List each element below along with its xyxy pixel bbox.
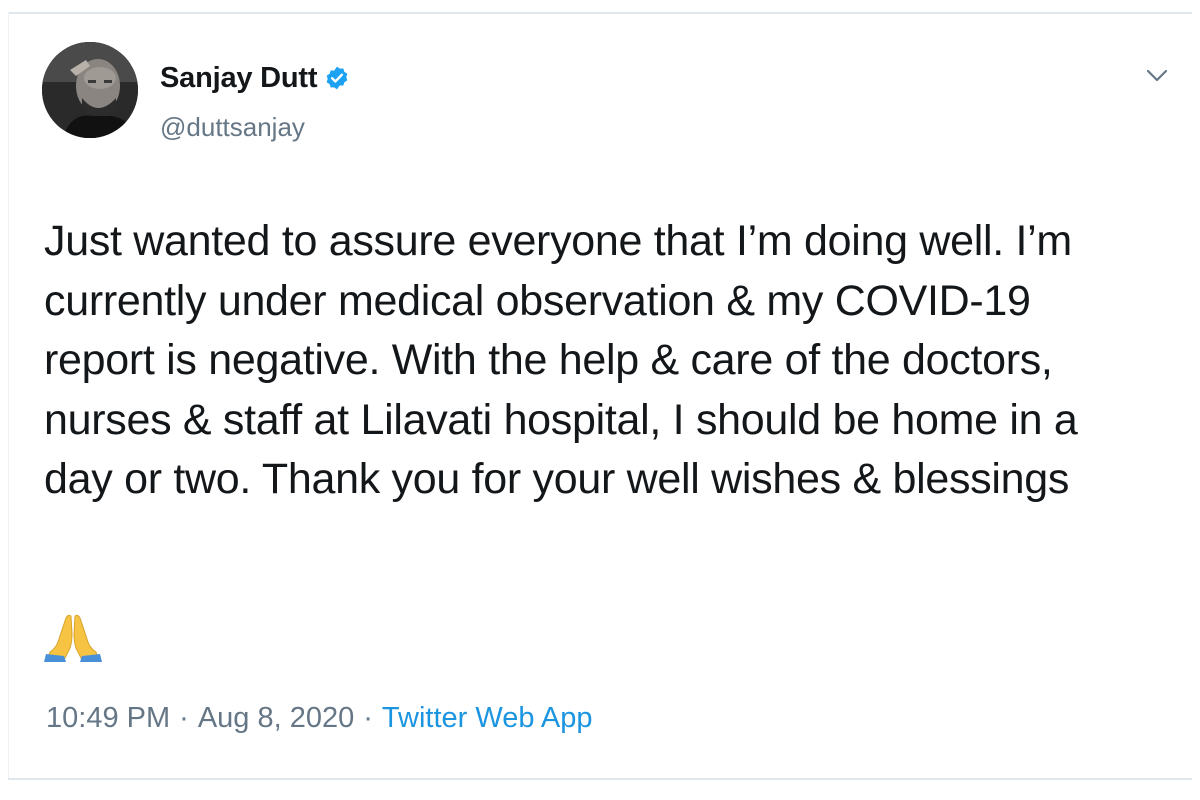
- author-handle[interactable]: @duttsanjay: [160, 112, 305, 143]
- left-divider: [8, 12, 9, 780]
- bottom-divider: [8, 778, 1192, 780]
- tweet-line: report is negative. With the help & care…: [44, 336, 1053, 384]
- top-divider: [8, 12, 1192, 14]
- tweet-line: Just wanted to assure everyone that I’m …: [44, 217, 1072, 265]
- avatar[interactable]: [42, 42, 138, 138]
- tweet-source-link[interactable]: Twitter Web App: [382, 702, 593, 735]
- author-name-row[interactable]: Sanjay Dutt: [160, 58, 350, 98]
- chevron-down-icon[interactable]: [1142, 60, 1172, 90]
- tweet-date[interactable]: Aug 8, 2020: [198, 702, 354, 735]
- author-display-name[interactable]: Sanjay Dutt: [160, 62, 318, 95]
- meta-separator: ·: [363, 702, 373, 734]
- meta-separator: ·: [179, 702, 189, 734]
- tweet-line: nurses & staff at Lilavati hospital, I s…: [44, 395, 1078, 444]
- tweet-card: Sanjay Dutt @duttsanjay Just wanted to a…: [0, 0, 1200, 800]
- verified-badge-icon: [324, 65, 350, 91]
- tweet-meta: 10:49 PM · Aug 8, 2020 · Twitter Web App: [46, 702, 593, 735]
- folded-hands-emoji-icon: [44, 612, 102, 662]
- tweet-line: day or two. Thank you for your well wish…: [44, 455, 1070, 503]
- tweet-line: currently under medical observation & my…: [44, 276, 1031, 325]
- tweet-time[interactable]: 10:49 PM: [46, 702, 170, 735]
- tweet-text: Just wanted to assure everyone that I’m …: [44, 212, 1179, 510]
- avatar-photo: [42, 42, 138, 138]
